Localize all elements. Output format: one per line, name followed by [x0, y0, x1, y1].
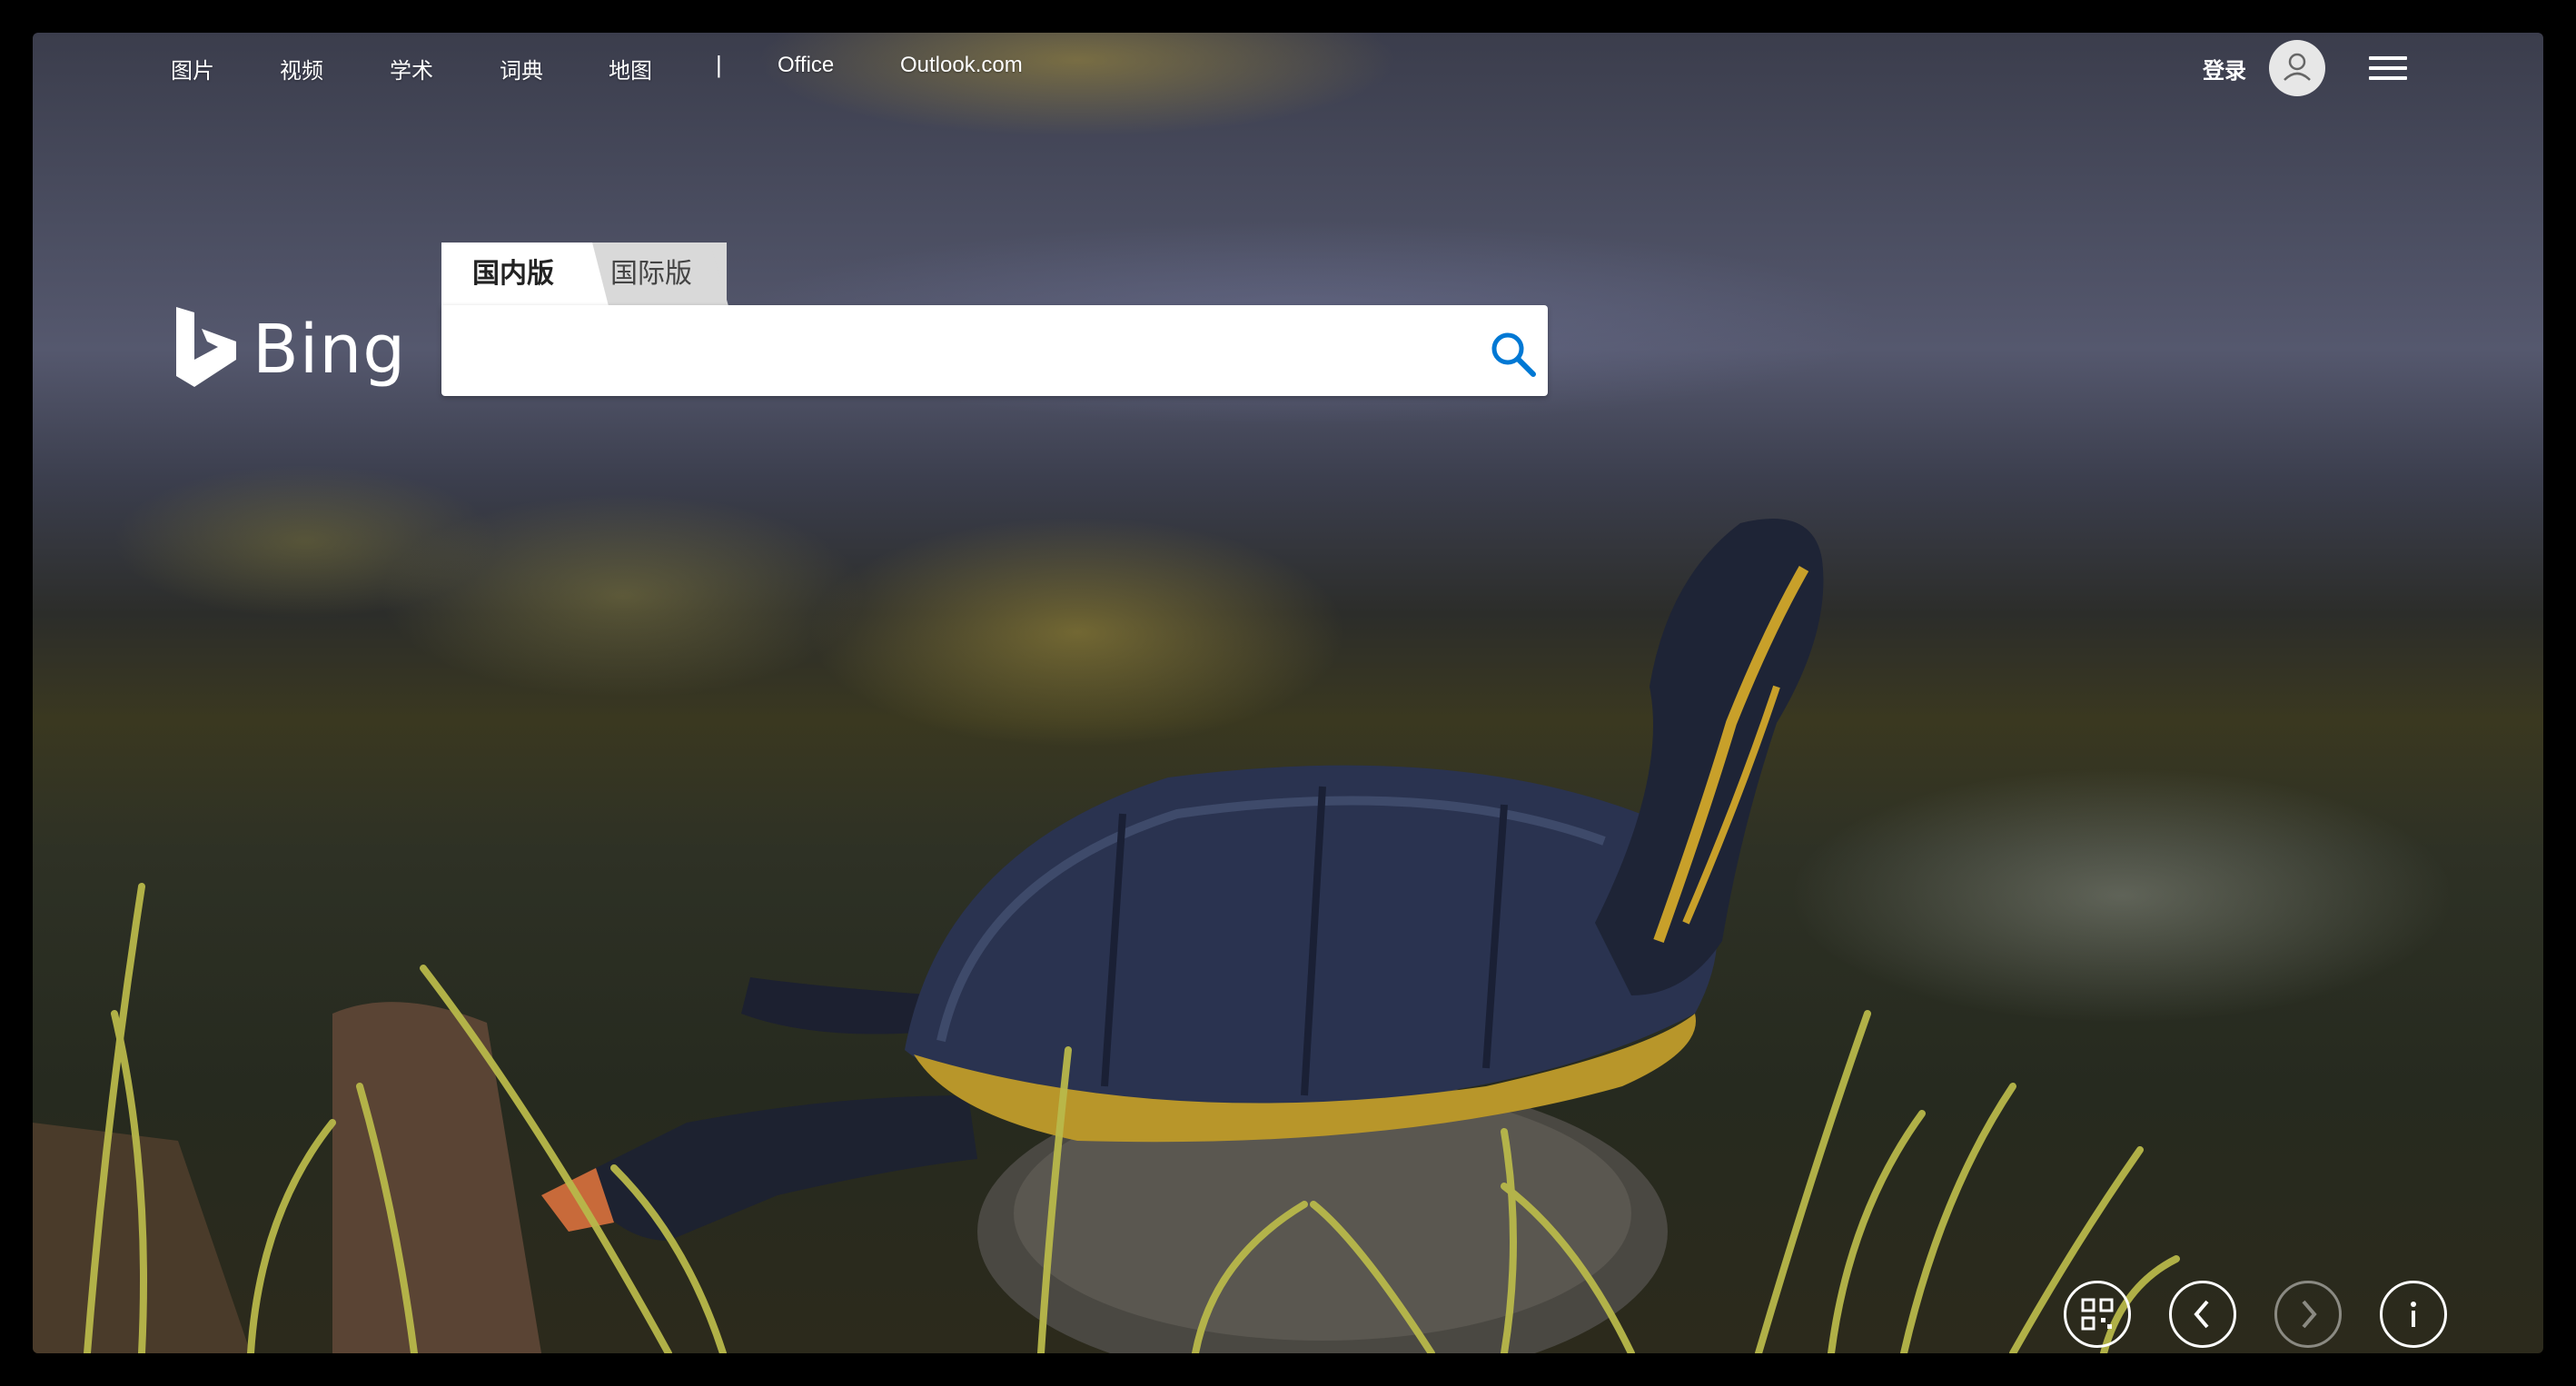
top-navigation: 图片 视频 学术 词典 地图 | Office Outlook.com 登录 [33, 33, 2543, 96]
chevron-left-icon [2194, 1300, 2209, 1329]
search-box [441, 305, 1548, 396]
chevron-right-icon [2302, 1300, 2317, 1329]
browser-page: 图片 视频 学术 词典 地图 | Office Outlook.com 登录 B… [33, 33, 2543, 1353]
nav-link-images[interactable]: 图片 [171, 53, 214, 84]
nav-link-maps[interactable]: 地图 [609, 53, 652, 84]
nav-link-videos[interactable]: 视频 [280, 53, 323, 84]
login-link[interactable]: 登录 [2203, 53, 2246, 84]
image-info-button[interactable] [2380, 1281, 2447, 1348]
bing-logo-icon [176, 307, 236, 387]
search-icon [1491, 332, 1536, 377]
previous-image-button[interactable] [2169, 1281, 2236, 1348]
tab-domestic[interactable]: 国内版 [441, 243, 581, 306]
next-image-button[interactable] [2274, 1281, 2342, 1348]
nav-link-outlook[interactable]: Outlook.com [900, 53, 1023, 78]
qr-code-button[interactable] [2064, 1281, 2131, 1348]
nav-link-office[interactable]: Office [778, 53, 834, 78]
bing-logo[interactable]: Bing [171, 303, 405, 394]
background-image [33, 33, 2543, 1353]
search-button[interactable] [1488, 329, 1539, 380]
turtle-image [33, 519, 2180, 1353]
hamburger-menu-button[interactable] [2369, 56, 2407, 84]
search-input[interactable] [463, 323, 1448, 380]
user-icon [2284, 53, 2311, 81]
info-icon [2411, 1302, 2416, 1327]
bing-logo-text: Bing [253, 311, 407, 389]
nav-separator: | [716, 51, 722, 78]
nav-link-dictionary[interactable]: 词典 [500, 53, 543, 84]
qr-code-icon [2081, 1298, 2114, 1331]
hamburger-icon [2369, 56, 2407, 60]
nav-link-academic[interactable]: 学术 [390, 53, 433, 84]
avatar[interactable] [2269, 40, 2325, 96]
